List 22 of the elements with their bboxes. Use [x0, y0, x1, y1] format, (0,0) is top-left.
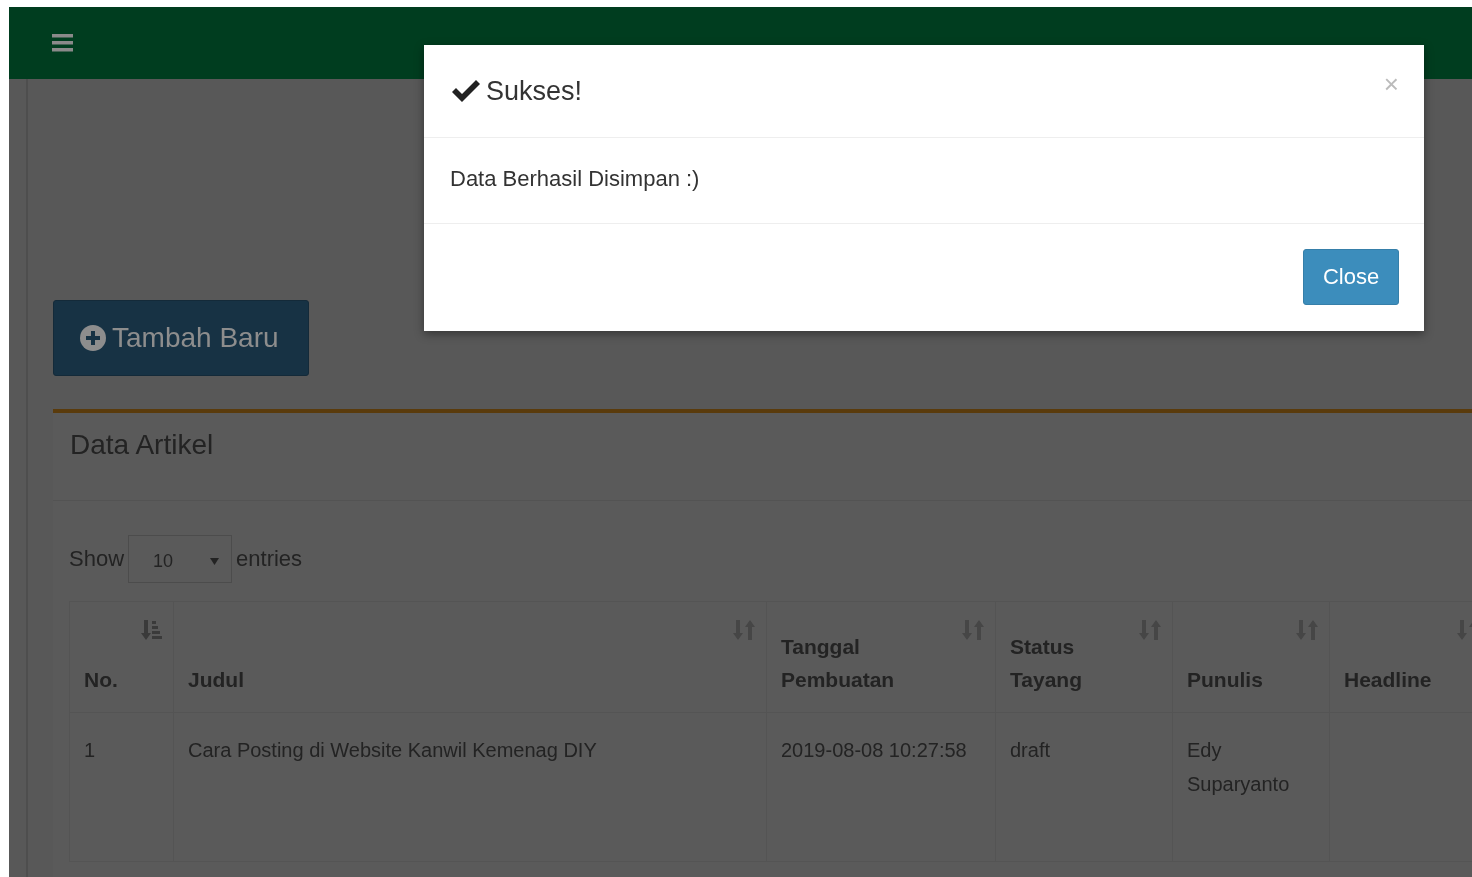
card-title: Data Artikel — [53, 413, 1472, 501]
modal-title: Sukses! — [486, 75, 584, 107]
caret-down-icon — [210, 557, 220, 565]
table-cell: Edy Suparyanto — [1172, 712, 1330, 862]
column-header[interactable]: Punulis — [1172, 601, 1330, 713]
entries-label: entries — [236, 546, 303, 572]
table-cell: draft — [995, 712, 1173, 862]
entries-select[interactable]: 10 — [128, 535, 233, 583]
modal-message: Data Berhasil Disimpan :) — [424, 138, 1424, 224]
table-cell: 2019-08-08 10:27:58 — [766, 712, 996, 862]
show-label: Show — [69, 546, 125, 572]
add-new-button[interactable]: Tambah Baru — [53, 300, 309, 376]
column-header[interactable]: No. — [69, 601, 174, 713]
menu-icon[interactable] — [52, 34, 73, 52]
column-header[interactable]: Headline — [1329, 601, 1472, 713]
column-header[interactable]: Status Tayang — [995, 601, 1173, 713]
column-header[interactable]: Judul — [173, 601, 767, 713]
table-cell: 1 — [69, 712, 174, 862]
sort-ascending-icon — [139, 618, 163, 642]
plus-circle-icon — [80, 325, 106, 351]
column-header[interactable]: Tanggal Pembuatan — [766, 601, 996, 713]
close-button[interactable]: Close — [1303, 249, 1399, 305]
